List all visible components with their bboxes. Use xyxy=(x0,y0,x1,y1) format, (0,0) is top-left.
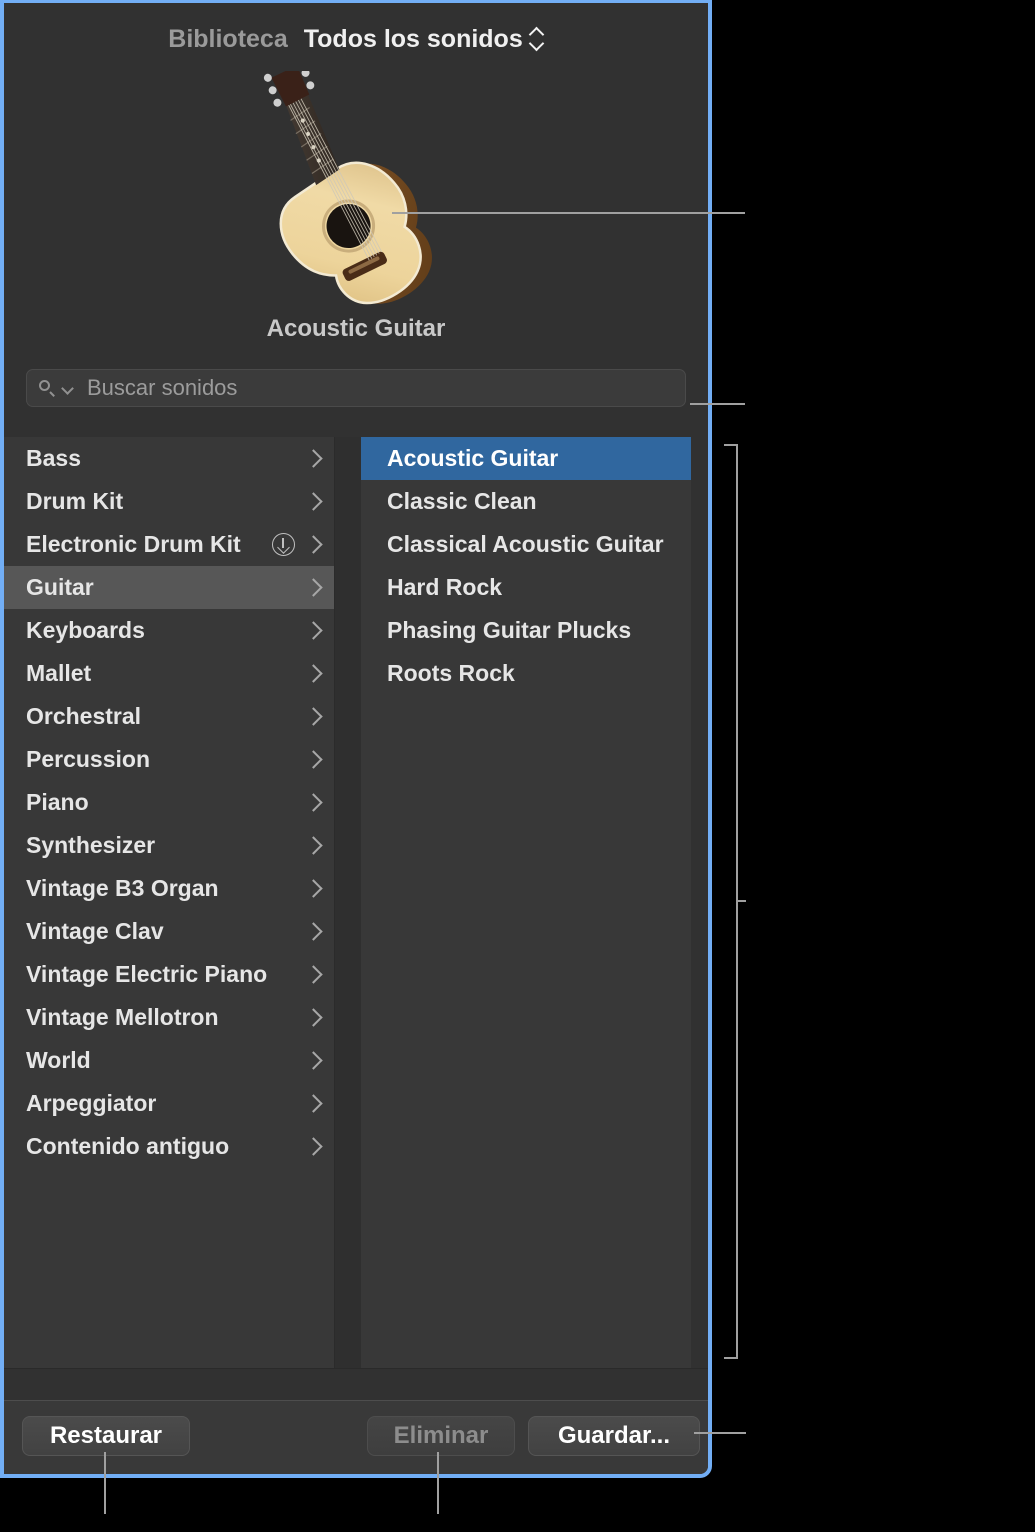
category-label: Contenido antiguo xyxy=(26,1133,230,1159)
chevron-right-icon[interactable] xyxy=(307,878,320,899)
callout-line-save xyxy=(694,1432,746,1434)
category-label: World xyxy=(26,1047,91,1073)
library-title: Biblioteca xyxy=(168,24,288,53)
category-label: Vintage Mellotron xyxy=(26,1004,219,1030)
download-icon[interactable] xyxy=(272,533,295,556)
chevron-right-icon[interactable] xyxy=(307,1007,320,1028)
chevron-right-icon[interactable] xyxy=(307,448,320,469)
instrument-preview: Acoustic Guitar xyxy=(4,71,708,365)
category-label: Percussion xyxy=(26,746,150,772)
category-row[interactable]: Contenido antiguo xyxy=(4,1125,334,1168)
chevron-right-icon[interactable] xyxy=(307,663,320,684)
callout-line-bracket-tick xyxy=(736,900,746,902)
category-row[interactable]: Mallet xyxy=(4,652,334,695)
category-row[interactable]: Vintage B3 Organ xyxy=(4,867,334,910)
chevron-right-icon[interactable] xyxy=(307,1050,320,1071)
chevron-right-icon[interactable] xyxy=(307,749,320,770)
category-list[interactable]: Bass Drum Kit Electronic Drum Kit Guitar Key… xyxy=(4,437,335,1368)
patch-row[interactable]: Roots Rock xyxy=(361,652,691,695)
library-panel: Biblioteca Todos los sonidos Acoustic Gu… xyxy=(0,0,712,1478)
category-label: Vintage Electric Piano xyxy=(26,961,268,987)
category-row[interactable]: Vintage Clav xyxy=(4,910,334,953)
category-row[interactable]: Arpeggiator xyxy=(4,1082,334,1125)
chevron-right-icon[interactable] xyxy=(307,577,320,598)
save-button[interactable]: Guardar... xyxy=(528,1416,700,1456)
chevron-right-icon[interactable] xyxy=(307,534,320,555)
chevron-right-icon[interactable] xyxy=(307,792,320,813)
restore-button[interactable]: Restaurar xyxy=(22,1416,190,1456)
category-row[interactable]: Keyboards xyxy=(4,609,334,652)
sound-filter-label: Todos los sonidos xyxy=(303,24,523,53)
category-label: Vintage B3 Organ xyxy=(26,875,219,901)
category-label: Mallet xyxy=(26,660,92,686)
category-row[interactable]: Guitar xyxy=(4,566,334,609)
delete-button: Eliminar xyxy=(367,1416,515,1456)
download-arrowhead-icon xyxy=(277,541,290,554)
callout-line-delete xyxy=(437,1452,439,1514)
category-row[interactable]: Drum Kit xyxy=(4,480,334,523)
patch-row[interactable]: Phasing Guitar Plucks xyxy=(361,609,691,652)
chevron-right-icon[interactable] xyxy=(307,1093,320,1114)
list-divider xyxy=(335,437,361,1368)
category-label: Electronic Drum Kit xyxy=(26,531,241,557)
category-row[interactable]: Percussion xyxy=(4,738,334,781)
category-label: Synthesizer xyxy=(26,832,156,858)
category-row[interactable]: Orchestral xyxy=(4,695,334,738)
category-label: Piano xyxy=(26,789,89,815)
sound-filter-popup[interactable]: Todos los sonidos xyxy=(304,25,544,54)
category-label: Arpeggiator xyxy=(26,1090,157,1116)
chevron-right-icon[interactable] xyxy=(307,921,320,942)
category-row[interactable]: Piano xyxy=(4,781,334,824)
browser-lists: Bass Drum Kit Electronic Drum Kit Guitar Key… xyxy=(4,437,708,1368)
search-icon xyxy=(39,379,56,397)
acoustic-guitar-image xyxy=(263,71,432,305)
category-row[interactable]: Vintage Electric Piano xyxy=(4,953,334,996)
category-label: Guitar xyxy=(26,574,94,600)
category-row[interactable]: World xyxy=(4,1039,334,1082)
category-row[interactable]: Synthesizer xyxy=(4,824,334,867)
chevron-right-icon[interactable] xyxy=(307,620,320,641)
patch-list[interactable]: Acoustic Guitar Classic Clean Classical Ac… xyxy=(361,437,691,1368)
category-label: Vintage Clav xyxy=(26,918,164,944)
chevron-right-icon[interactable] xyxy=(307,706,320,727)
category-label: Keyboards xyxy=(26,617,145,643)
callout-line-restore xyxy=(104,1452,106,1514)
chevron-down-icon[interactable] xyxy=(62,383,73,394)
patch-row[interactable]: Classical Acoustic Guitar xyxy=(361,523,691,566)
chevron-right-icon[interactable] xyxy=(307,964,320,985)
category-label: Drum Kit xyxy=(26,488,124,514)
panel-header: Biblioteca Todos los sonidos xyxy=(4,3,708,75)
category-row[interactable]: Vintage Mellotron xyxy=(4,996,334,1039)
instrument-name: Acoustic Guitar xyxy=(266,315,446,342)
search-placeholder: Buscar sonidos xyxy=(87,375,238,400)
search-row: Buscar sonidos xyxy=(4,369,708,407)
chevron-right-icon[interactable] xyxy=(307,835,320,856)
updown-chevron-icon xyxy=(530,27,544,51)
callout-line-instrument xyxy=(392,212,745,214)
patch-row[interactable]: Acoustic Guitar xyxy=(361,437,691,480)
category-label: Bass xyxy=(26,445,81,471)
patch-row[interactable]: Classic Clean xyxy=(361,480,691,523)
chevron-right-icon[interactable] xyxy=(307,1136,320,1157)
category-label: Orchestral xyxy=(26,703,142,729)
footer-divider-top xyxy=(4,1368,708,1369)
category-row[interactable]: Electronic Drum Kit xyxy=(4,523,334,566)
search-input[interactable]: Buscar sonidos xyxy=(26,369,686,407)
patch-row[interactable]: Hard Rock xyxy=(361,566,691,609)
category-row[interactable]: Bass xyxy=(4,437,334,480)
callout-line-search xyxy=(690,403,745,405)
footer-bar: Restaurar Eliminar Guardar... xyxy=(4,1401,708,1474)
chevron-right-icon[interactable] xyxy=(307,491,320,512)
